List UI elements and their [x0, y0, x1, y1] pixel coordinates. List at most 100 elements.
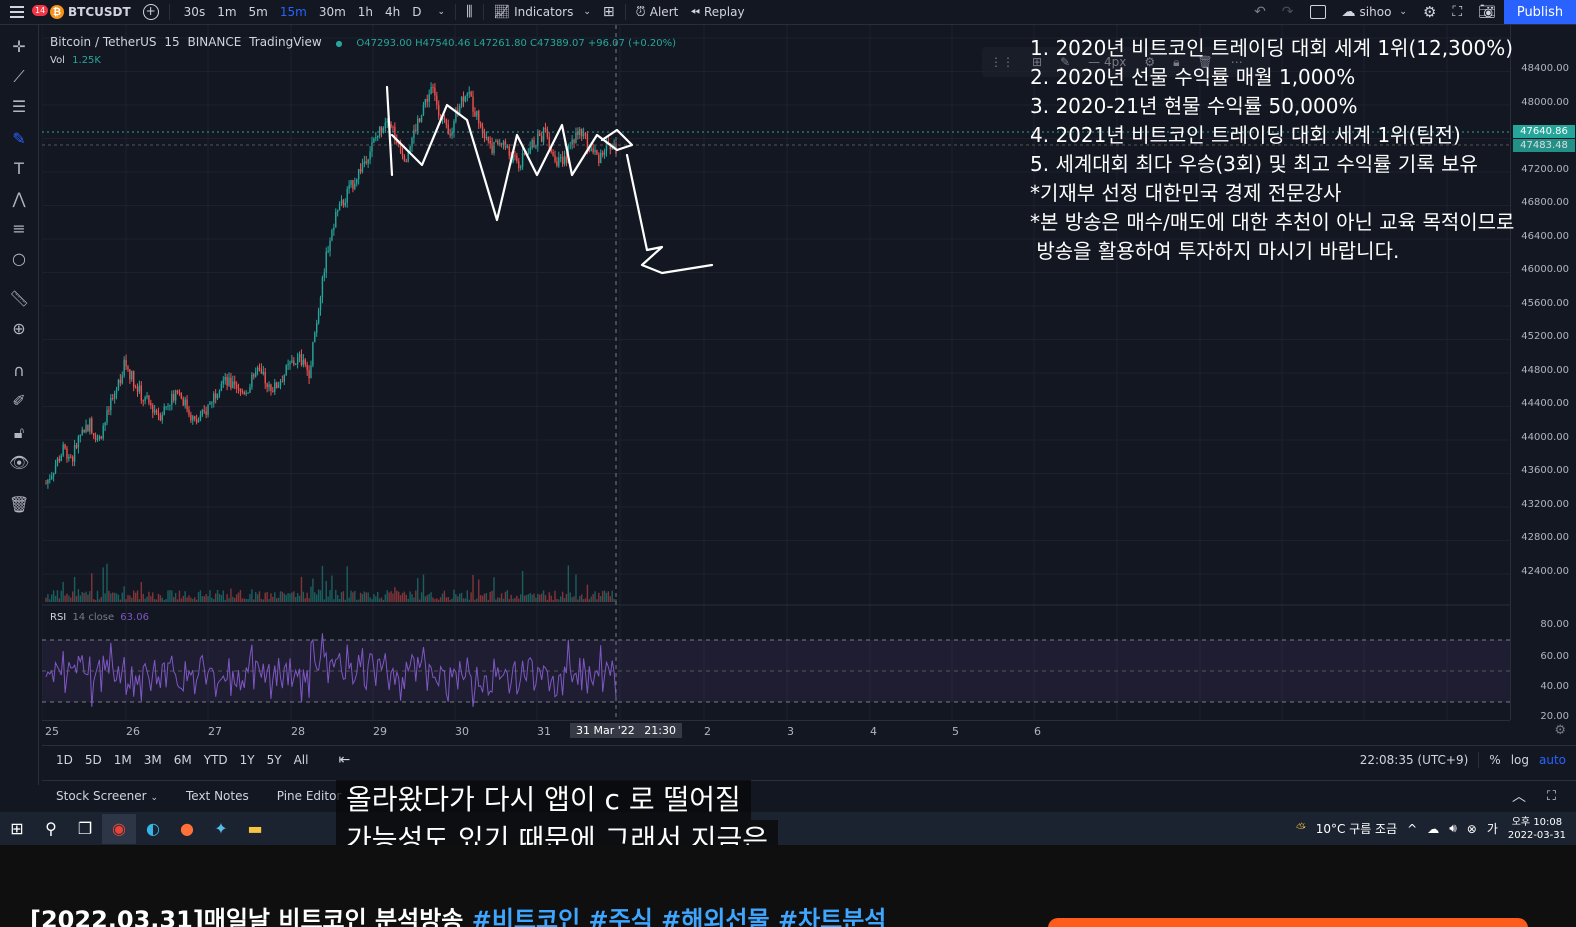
taskbar-clock[interactable]: 오후 10:08 2022-03-31: [1508, 816, 1566, 842]
tab-stock-screener[interactable]: Stock Screener ⌄: [42, 789, 172, 803]
chart-type-button[interactable]: ⫼: [460, 0, 478, 24]
timeframe-5m[interactable]: 5m: [245, 5, 272, 19]
chevron-up-icon[interactable]: ^: [1407, 822, 1417, 836]
time-axis[interactable]: 31 Mar '22 21:30 ⚙︎ 25 26 27 28 29 30 31 2 3 4 5 6: [42, 720, 1566, 743]
timeframe-4h[interactable]: 4h: [381, 5, 404, 19]
volume-bar: [434, 599, 436, 602]
volume-icon[interactable]: 🔊︎: [1449, 821, 1457, 836]
hashtag[interactable]: #비트코인: [472, 906, 580, 927]
ime-icon[interactable]: 가: [1487, 820, 1498, 837]
templates-button[interactable]: ⊞: [597, 0, 621, 24]
prediction-icon[interactable]: ≡: [9, 219, 29, 239]
range-1m[interactable]: 1M: [108, 753, 138, 767]
pattern-icon[interactable]: ⋀: [9, 189, 29, 209]
redo-icon[interactable]: ↷: [1282, 4, 1294, 20]
fullscreen-layout-icon[interactable]: [1309, 5, 1326, 19]
zoom-icon[interactable]: ⊕: [9, 319, 29, 339]
crosshair-icon[interactable]: ✛: [9, 37, 29, 57]
camera-icon[interactable]: 📷︎: [1478, 4, 1496, 20]
compare-symbol-button[interactable]: +: [137, 0, 165, 24]
hashtag[interactable]: #해외선물: [661, 906, 769, 927]
range-6m[interactable]: 6M: [168, 753, 198, 767]
timeframe-30s[interactable]: 30s: [180, 5, 210, 19]
hashtag[interactable]: #주식: [589, 906, 653, 927]
magnet-icon[interactable]: ∩: [9, 361, 29, 381]
hashtag[interactable]: #차트분석: [778, 906, 886, 927]
candle-body: [519, 166, 522, 169]
candle-body: [443, 117, 446, 120]
candle-body: [91, 418, 93, 434]
close-icon[interactable]: ⊗: [1467, 822, 1477, 836]
expand-icon[interactable]: ⛶: [1452, 4, 1462, 20]
axis-settings-icon[interactable]: ⚙︎: [1554, 723, 1566, 738]
file-explorer-icon[interactable]: ▬: [238, 814, 272, 844]
volume-bar: [367, 592, 369, 602]
lock-drawing-icon[interactable]: ✐: [9, 391, 29, 411]
timeframe-1m[interactable]: 1m: [213, 5, 240, 19]
windows-start-icon[interactable]: ⊞: [0, 814, 34, 844]
volume-bar: [457, 596, 459, 602]
range-1d[interactable]: 1D: [50, 753, 79, 767]
log-scale-toggle[interactable]: log: [1511, 753, 1529, 767]
volume-bar: [397, 591, 400, 602]
fib-icon[interactable]: ☰: [9, 97, 29, 117]
layout-menu-button[interactable]: ☁︎ sihoo ⌄: [1342, 0, 1407, 24]
text-icon[interactable]: T: [9, 159, 29, 179]
maximize-panel-icon[interactable]: ⛶: [1547, 789, 1556, 804]
edge-icon[interactable]: ◐: [136, 814, 170, 844]
indicators-button[interactable]: 📈︎ Indicators ⌄: [488, 0, 597, 24]
range-5d[interactable]: 5D: [79, 753, 108, 767]
app-bird-icon[interactable]: ✦: [204, 814, 238, 844]
candle-body: [119, 379, 122, 384]
volume-bar: [148, 591, 150, 602]
undo-icon[interactable]: ↶: [1254, 4, 1266, 20]
weather-text[interactable]: 10°C 구름 조금: [1316, 820, 1397, 837]
subscribe-button[interactable]: [1048, 918, 1528, 927]
volume-bar: [83, 592, 85, 602]
timeframe-1h[interactable]: 1h: [354, 5, 377, 19]
gear-icon[interactable]: ⚙︎: [1423, 3, 1436, 21]
firefox-icon[interactable]: ●: [170, 814, 204, 844]
trash-icon[interactable]: 🗑︎: [9, 495, 29, 515]
range-5y[interactable]: 5Y: [261, 753, 288, 767]
timeframe-15m[interactable]: 15m: [276, 5, 311, 19]
volume-bar: [119, 599, 122, 602]
range-3m[interactable]: 3M: [138, 753, 168, 767]
network-icon[interactable]: ☁︎: [1427, 822, 1439, 836]
percent-scale-toggle[interactable]: %: [1489, 753, 1500, 767]
range-1y[interactable]: 1Y: [234, 753, 261, 767]
price-label: 43600.00: [1521, 465, 1569, 476]
symbol-search-button[interactable]: ₿ BTCUSDT: [44, 0, 137, 24]
search-icon[interactable]: ⚲: [34, 814, 68, 844]
candle-body: [438, 105, 440, 116]
range-all[interactable]: All: [288, 753, 315, 767]
tab-text-notes[interactable]: Text Notes: [172, 789, 263, 803]
goto-date-icon[interactable]: ⇤: [338, 752, 350, 768]
shapes-icon[interactable]: ○: [9, 249, 29, 269]
publish-button[interactable]: Publish: [1504, 0, 1576, 24]
video-title[interactable]: [2022.03.31]매일날 비트코인 분석방송 #비트코인 #주식 #해외선…: [30, 900, 886, 927]
menu-icon[interactable]: 14: [10, 5, 49, 18]
auto-scale-toggle[interactable]: auto: [1539, 753, 1566, 767]
candle-body: [600, 152, 602, 164]
replay-button[interactable]: ⏪︎ Replay: [684, 0, 750, 24]
task-view-icon[interactable]: ❐: [68, 814, 102, 844]
candle-body: [239, 388, 242, 392]
trend-line-icon[interactable]: ⟋: [9, 67, 29, 87]
timeframe-30m[interactable]: 30m: [315, 5, 350, 19]
timeframe-dropdown[interactable]: ⌄: [432, 0, 452, 24]
range-ytd[interactable]: YTD: [198, 753, 234, 767]
drag-handle-icon[interactable]: ⋮⋮: [990, 55, 1014, 69]
volume-bar: [323, 599, 326, 602]
chevron-up-icon[interactable]: ︿: [1512, 786, 1526, 806]
eye-icon[interactable]: 👁︎: [9, 453, 29, 473]
lock-icon[interactable]: 🔓︎: [9, 423, 29, 443]
alert-button[interactable]: ⏰︎ Alert: [630, 0, 685, 24]
volume-bar: [296, 593, 299, 602]
timeframe-D[interactable]: D: [408, 5, 425, 19]
timeframe-group: 30s 1m 5m 15m 30m 1h 4h D: [174, 0, 432, 24]
chrome-icon[interactable]: ◉: [102, 813, 136, 844]
brush-icon[interactable]: ✎: [9, 129, 29, 149]
ruler-icon[interactable]: 📏︎: [9, 289, 29, 309]
utc-clock[interactable]: 22:08:35 (UTC+9): [1360, 753, 1469, 767]
